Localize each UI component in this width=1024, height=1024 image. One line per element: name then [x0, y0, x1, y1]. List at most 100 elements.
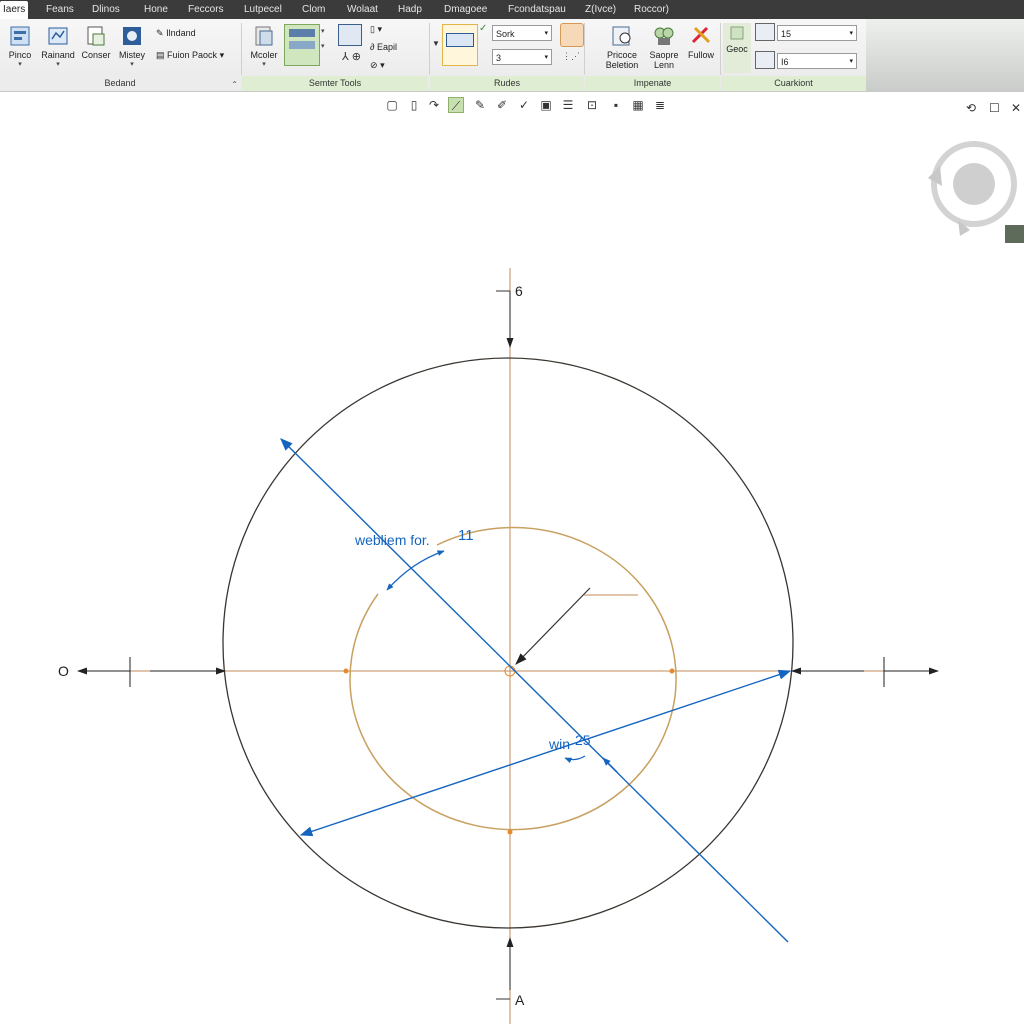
dropdown-arrow-icon[interactable]: ▼	[432, 39, 440, 48]
tab-5[interactable]: Lutpecel	[244, 2, 282, 17]
gallery-more-icon[interactable]: ▾ ▾	[321, 27, 325, 50]
tab-8[interactable]: Hadp	[398, 2, 422, 17]
tab-10[interactable]: Fcondatspau	[508, 2, 566, 17]
conser-label: Conser	[81, 50, 111, 60]
ruion-paock-button[interactable]: ▤ Fuion Paock ▾	[156, 47, 224, 63]
pin-icon[interactable]: ⟲	[966, 101, 976, 115]
eapil-button[interactable]: ∂ Eapil	[370, 39, 397, 55]
annotation-text-1: webliem for.	[354, 532, 430, 548]
ribbon-group-rudes: ▼ ✓ Sork ▾ 3 ▾ ⋮⋰ Rudes	[430, 19, 584, 91]
page-tool-icon[interactable]: ▯	[406, 97, 422, 113]
tab-2[interactable]: Dlinos	[92, 2, 120, 17]
gallery-thumbnail[interactable]	[284, 24, 320, 66]
grid-tool-icon[interactable]: ▦	[630, 97, 646, 113]
tab-12[interactable]: Roccor)	[634, 2, 669, 17]
list-tool-icon[interactable]: ☰	[560, 97, 576, 113]
tab-0[interactable]: Iaers	[0, 1, 29, 19]
table-icon[interactable]	[338, 24, 362, 46]
chevron-down-icon: ▾	[849, 30, 853, 37]
geoc-button[interactable]: Geoc	[723, 23, 751, 73]
fullow-button[interactable]: Fullow	[681, 23, 721, 73]
sork-combo-value: Sork	[496, 29, 515, 39]
tab-6[interactable]: Clom	[302, 2, 325, 17]
quadrant-point-right	[669, 668, 675, 674]
tab-3[interactable]: Hone	[144, 2, 168, 17]
rectangle-tool-icon[interactable]: ▢	[384, 97, 400, 113]
tab-7[interactable]: Wolaat	[347, 2, 378, 17]
conser-icon	[87, 26, 105, 46]
brush-tool-icon[interactable]: ✐	[494, 97, 510, 113]
landand-label: Ilndand	[166, 28, 196, 38]
drawing-toolbar: ▢ ▯ ↷ ⟋ ✎ ✐ ✓ ▣ ☰ ⊡ ▪ ▦ ≣	[384, 97, 674, 115]
close-icon[interactable]: ✕	[1011, 101, 1021, 115]
check-tool-icon[interactable]: ✓	[516, 97, 532, 113]
pricoce-button[interactable]: Pricoce Beletion	[601, 23, 643, 73]
mistey-icon	[123, 27, 141, 45]
fill-tool-icon[interactable]: ▪	[608, 97, 624, 113]
ruler-icon: ▤	[156, 50, 165, 60]
annotation-text-2: win	[548, 736, 570, 752]
tab-4[interactable]: Feccors	[188, 2, 224, 17]
rainand-dropdown-icon: ▾	[56, 61, 60, 68]
page-size-icon[interactable]	[755, 23, 775, 41]
ribbon-tab-bar: Iaers Feans Dlinos Hone Feccors Lutpecel…	[0, 0, 1024, 19]
restore-icon[interactable]: ☐	[989, 101, 1000, 115]
ribbon-right-fade	[866, 19, 1024, 91]
group-label-impenate: Impenate	[585, 76, 720, 91]
fullow-label: Fullow	[687, 50, 714, 60]
saopre-button[interactable]: Saopre Lenn	[643, 23, 685, 73]
chevron-down-icon: ▾	[380, 60, 385, 70]
outer-circle[interactable]	[222, 357, 794, 929]
annotation-value-2: 25	[575, 732, 591, 748]
layers-tool-icon[interactable]: ≣	[652, 97, 668, 113]
landand-button[interactable]: ✎ Ilndand	[156, 25, 196, 41]
style-preview[interactable]	[442, 24, 478, 66]
size-combo-bottom-value: I6	[781, 57, 789, 67]
radius-leader-arrow	[515, 587, 591, 665]
inner-circle-arc[interactable]	[349, 526, 677, 831]
diagonal-dimension-arrow[interactable]	[280, 438, 789, 943]
fullow-icon	[691, 26, 711, 44]
geoc-label: Geoc	[726, 44, 748, 54]
drawing-canvas[interactable]: 6 A O webliem for. 11 win 25	[0, 120, 1024, 1024]
size-combo-bottom[interactable]: I6 ▾	[777, 53, 857, 69]
image-tool-icon[interactable]: ⊡	[584, 97, 600, 113]
number-combo[interactable]: 3 ▾	[492, 49, 552, 65]
quadrant-point-left	[343, 668, 349, 674]
chevron-down-icon: ▾	[849, 58, 853, 65]
chord-dimension-arrow[interactable]	[299, 669, 792, 837]
nav-cube-orbit-icon[interactable]	[928, 141, 1017, 236]
mcoler-button[interactable]: Mcoler ▾	[244, 23, 284, 73]
arc-tool-icon[interactable]: ↷	[426, 97, 442, 113]
person-icon[interactable]	[560, 23, 584, 47]
top-label: 6	[515, 283, 523, 299]
options-small-button[interactable]: ⊘ ▾	[370, 57, 385, 73]
rainand-button[interactable]: Rainand ▾	[38, 23, 78, 73]
viewcube-home-icon[interactable]	[1005, 225, 1024, 243]
tab-11[interactable]: Z(Ivce)	[585, 2, 616, 17]
group-collapse-icon[interactable]: ⌃	[231, 80, 238, 89]
size-combo-top[interactable]: 15 ▾	[777, 25, 857, 41]
tab-1[interactable]: Feans	[46, 2, 74, 17]
doc-small-button[interactable]: ▯ ▾	[370, 21, 382, 37]
pen-tool-icon[interactable]: ✎	[472, 97, 488, 113]
conser-button[interactable]: Conser	[76, 23, 116, 73]
pinco-button[interactable]: Pinco ▾	[0, 23, 40, 73]
eapil-label: Eapil	[376, 42, 397, 52]
group-label-rudes: Rudes	[430, 76, 584, 91]
sork-combo[interactable]: Sork ▾	[492, 25, 552, 41]
sigma-icon[interactable]: ⅄ ⊕	[342, 50, 361, 63]
tab-9[interactable]: Dmagoee	[444, 2, 487, 17]
frame-tool-icon[interactable]: ▣	[538, 97, 554, 113]
mcoler-label: Mcoler	[250, 50, 278, 60]
page-layout-icon[interactable]	[755, 51, 775, 69]
preview-window-icon	[446, 33, 474, 47]
ribbon-group-semter-tools: Mcoler ▾ ▾ ▾ ⅄ ⊕ ▯ ▾ ∂ Eapil ⊘ ▾ Semter T…	[242, 19, 428, 91]
pinco-label: Pinco	[8, 50, 32, 60]
mistey-button[interactable]: Mistey ▾	[112, 23, 152, 73]
pencil-icon: ✎	[156, 28, 164, 38]
link-icon: ∂	[370, 42, 375, 52]
line-tool-icon[interactable]: ⟋	[448, 97, 464, 113]
rainand-icon	[48, 27, 68, 45]
small-tools-icon[interactable]: ⋮⋰	[562, 51, 580, 62]
